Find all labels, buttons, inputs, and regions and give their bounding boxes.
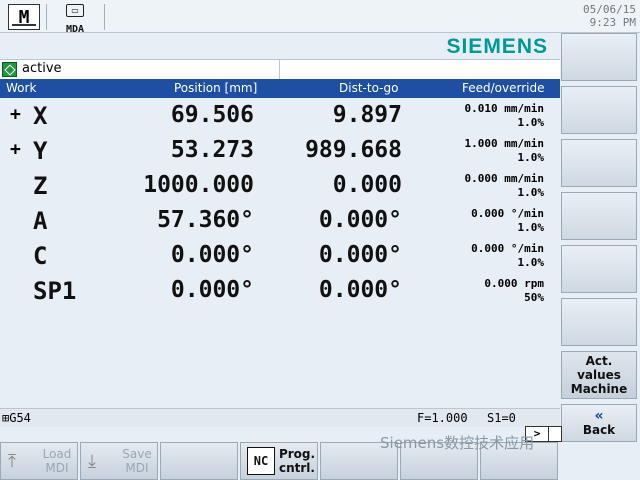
act-values-machine-softkey[interactable]: Act. values Machine bbox=[561, 351, 637, 399]
axis-row: + Y 53.273 989.668 1.000 mm/min 1.0% bbox=[0, 135, 560, 170]
axis-position: 0.000° bbox=[170, 277, 254, 303]
axis-dist-to-go: 0.000° bbox=[318, 207, 402, 233]
axis-row: SP1 0.000° 0.000° 0.000 rpm 50% bbox=[0, 275, 560, 310]
axis-dist-to-go: 0.000° bbox=[318, 242, 402, 268]
axis-dist-to-go: 0.000° bbox=[318, 277, 402, 303]
status-active-icon bbox=[2, 62, 17, 77]
feed-value: F=1.000 bbox=[417, 411, 468, 425]
divider bbox=[104, 4, 105, 30]
softkey-h4[interactable] bbox=[561, 192, 637, 240]
mda-icon: ▭ bbox=[66, 4, 84, 17]
axis-feed: 0.000 °/min 1.0% bbox=[471, 242, 544, 269]
axis-name: X bbox=[33, 102, 48, 130]
axis-position: 53.273 bbox=[170, 137, 254, 163]
axis-sign: + bbox=[10, 104, 21, 125]
load-mdi-softkey[interactable]: ⤒ Load MDI bbox=[0, 442, 78, 480]
axis-row: + X 69.506 9.897 0.010 mm/min 1.0% bbox=[0, 100, 560, 135]
top-bar: M ▭ MDA 05/06/15 9:23 PM bbox=[0, 0, 640, 35]
save-icon: ⤓ bbox=[88, 451, 96, 472]
axis-position: 57.360° bbox=[157, 207, 254, 233]
load-icon: ⤒ bbox=[8, 451, 16, 472]
time: 9:23 PM bbox=[589, 16, 636, 29]
date-time: 05/06/15 9:23 PM bbox=[583, 3, 636, 29]
axis-name: C bbox=[33, 242, 48, 270]
axis-position: 1000.000 bbox=[143, 172, 254, 198]
status-text: active bbox=[22, 61, 62, 76]
siemens-logo: SIEMENS bbox=[446, 35, 548, 58]
axis-dist-to-go: 989.668 bbox=[305, 137, 402, 163]
axis-feed: 0.000 °/min 1.0% bbox=[471, 207, 544, 234]
axis-row: A 57.360° 0.000° 0.000 °/min 1.0% bbox=[0, 205, 560, 240]
header-work: Work bbox=[6, 81, 37, 95]
softkey-h1[interactable] bbox=[561, 33, 637, 81]
axis-name: Y bbox=[33, 137, 48, 165]
table-header: Work Position [mm] Dist-to-go Feed/overr… bbox=[0, 79, 560, 98]
axis-sign: + bbox=[10, 139, 21, 160]
axis-position: 0.000° bbox=[170, 242, 254, 268]
axis-feed: 0.000 rpm 50% bbox=[484, 277, 544, 304]
back-softkey[interactable]: « Back bbox=[561, 404, 637, 442]
axis-name: SP1 bbox=[33, 277, 77, 305]
axis-feed: 0.010 mm/min 1.0% bbox=[464, 102, 544, 129]
axis-name: A bbox=[33, 207, 48, 235]
back-label: Back bbox=[582, 423, 616, 437]
softkey-h5[interactable] bbox=[561, 245, 637, 293]
act-values-label: Act. values Machine bbox=[570, 354, 628, 396]
divider bbox=[279, 60, 280, 79]
axis-dist-to-go: 0.000 bbox=[332, 172, 402, 198]
scroll-box[interactable] bbox=[548, 426, 562, 442]
softkey-v3[interactable] bbox=[160, 442, 238, 480]
status-line: ⊞G54 F=1.000 S1=0 bbox=[0, 408, 560, 427]
nc-program-icon: NC bbox=[247, 447, 275, 475]
machine-mode-icon[interactable]: M bbox=[8, 4, 40, 30]
axis-dist-to-go: 9.897 bbox=[332, 102, 402, 128]
prog-cntrl-softkey[interactable]: NC Prog. cntrl. bbox=[240, 442, 318, 480]
softkey-h3[interactable] bbox=[561, 139, 637, 187]
watermark-text: Siemens数控技术应用 bbox=[380, 434, 535, 452]
save-mdi-softkey[interactable]: ⤓ Save MDI bbox=[80, 442, 158, 480]
mda-mode-button[interactable]: ▭ MDA bbox=[55, 2, 95, 35]
divider bbox=[46, 4, 47, 30]
axis-position: 69.506 bbox=[170, 102, 254, 128]
axis-row: Z 1000.000 0.000 0.000 mm/min 1.0% bbox=[0, 170, 560, 205]
axis-feed: 0.000 mm/min 1.0% bbox=[464, 172, 544, 199]
date: 05/06/15 bbox=[583, 3, 636, 16]
channel-status-row: active bbox=[0, 59, 560, 80]
softkey-h6[interactable] bbox=[561, 298, 637, 346]
softkey-h2[interactable] bbox=[561, 86, 637, 134]
header-dist-to-go: Dist-to-go bbox=[339, 81, 399, 95]
axis-name: Z bbox=[33, 172, 48, 200]
work-offset: ⊞G54 bbox=[2, 411, 31, 425]
header-position: Position [mm] bbox=[174, 81, 258, 95]
brand-row: SIEMENS bbox=[0, 33, 560, 59]
axis-row: C 0.000° 0.000° 0.000 °/min 1.0% bbox=[0, 240, 560, 275]
axis-feed: 1.000 mm/min 1.0% bbox=[464, 137, 544, 164]
load-mdi-label: Load MDI bbox=[42, 447, 72, 475]
spindle-value: S1=0 bbox=[487, 411, 516, 425]
header-feed-override: Feed/override bbox=[462, 81, 545, 95]
back-chevron-icon: « bbox=[594, 408, 604, 424]
axis-table: + X 69.506 9.897 0.010 mm/min 1.0% + Y 53… bbox=[0, 100, 560, 310]
save-mdi-label: Save MDI bbox=[122, 447, 152, 475]
prog-cntrl-label: Prog. cntrl. bbox=[278, 447, 316, 475]
